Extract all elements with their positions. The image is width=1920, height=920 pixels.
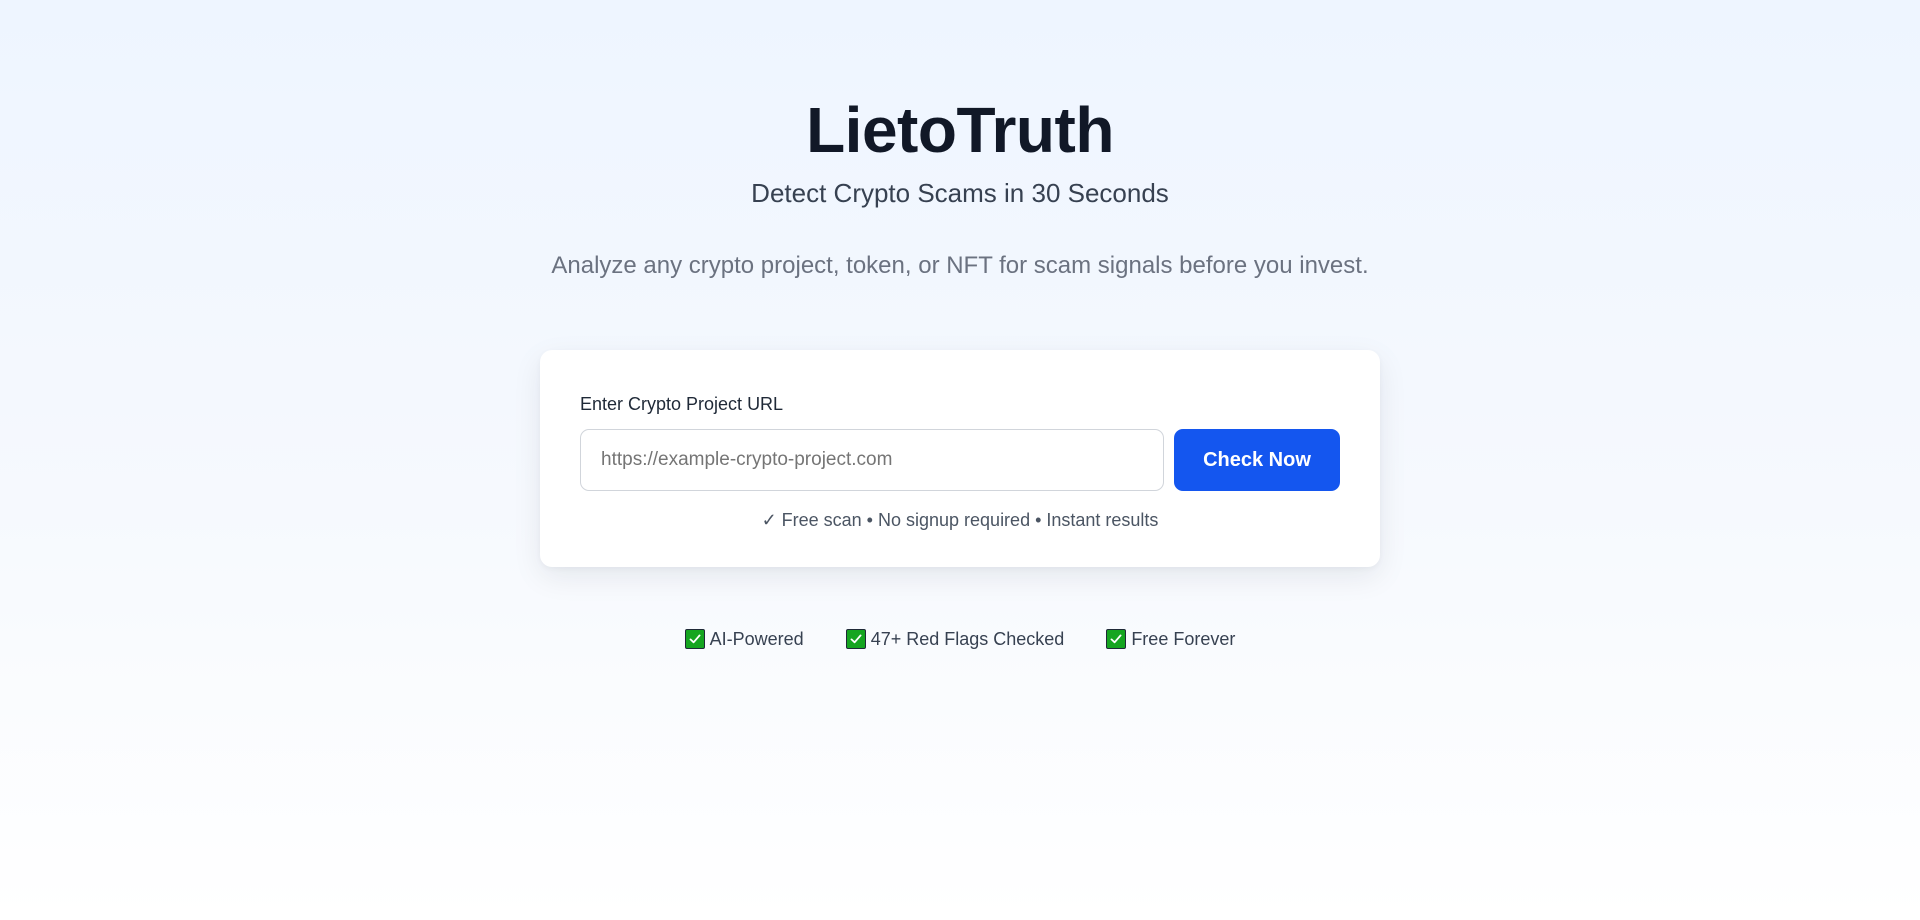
landing-page: LietoTruth Detect Crypto Scams in 30 Sec… [0, 0, 1920, 920]
url-input[interactable] [580, 429, 1164, 491]
site-description: Analyze any crypto project, token, or NF… [551, 252, 1369, 279]
check-box-icon [1106, 629, 1127, 649]
site-title: LietoTruth [806, 94, 1114, 166]
feature-label: 47+ Red Flags Checked [870, 629, 1065, 649]
feature-item-ai-powered: AI-Powered [684, 627, 804, 651]
hero-section: LietoTruth Detect Crypto Scams in 30 Sec… [0, 92, 1920, 282]
url-field-label: Enter Crypto Project URL [580, 394, 784, 414]
feature-item-red-flags: 47+ Red Flags Checked [845, 627, 1065, 651]
feature-label: AI-Powered [709, 629, 804, 649]
check-box-icon [684, 629, 705, 649]
scan-note: ✓ Free scan • No signup required • Insta… [761, 510, 1159, 530]
feature-label: Free Forever [1131, 629, 1236, 649]
feature-item-free-forever: Free Forever [1106, 627, 1235, 651]
check-now-button[interactable]: Check Now [1174, 429, 1340, 491]
site-subtitle: Detect Crypto Scams in 30 Seconds [751, 178, 1169, 208]
check-box-icon [845, 629, 866, 649]
url-check-card: Enter Crypto Project URL Check Now ✓ Fre… [540, 350, 1380, 567]
url-form-row: Check Now [580, 429, 1340, 491]
feature-list: AI-Powered 47+ Red Flags Checked Free Fo… [0, 627, 1920, 651]
